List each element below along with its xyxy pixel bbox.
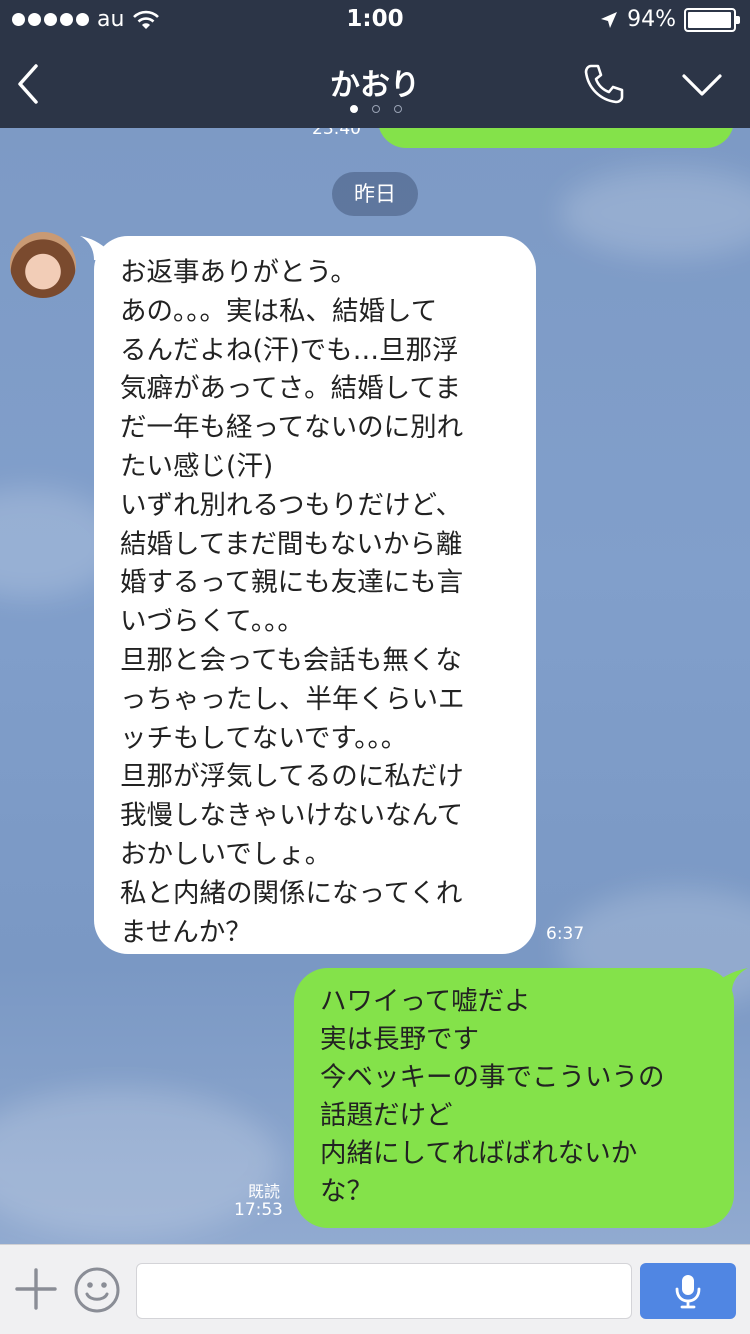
background-cloud — [560, 168, 750, 258]
avatar[interactable] — [10, 232, 76, 298]
outgoing-message-text: ハワイって嘘だよ 実は長野です 今ベッキーの事でこういうの 話題だけど 内緒にし… — [320, 986, 665, 1207]
read-receipt: 既読 — [248, 1182, 281, 1201]
phone-icon — [584, 64, 624, 104]
call-button[interactable] — [582, 62, 626, 106]
date-separator: 昨日 — [332, 172, 418, 216]
previous-outgoing-bubble[interactable] — [378, 128, 734, 148]
message-input[interactable] — [136, 1263, 632, 1319]
chevron-down-icon — [682, 74, 722, 96]
emoji-button[interactable] — [72, 1265, 122, 1315]
location-arrow-icon — [601, 11, 618, 28]
emoji-icon — [74, 1267, 120, 1313]
chat-title: かおり — [330, 68, 420, 103]
page-dot — [394, 105, 402, 113]
battery-icon — [684, 7, 740, 32]
previous-message-time: 23:40 — [312, 128, 361, 139]
status-bar: au 1:00 94% — [0, 0, 750, 40]
microphone-icon — [675, 1275, 701, 1309]
incoming-message-time: 6:37 — [546, 924, 585, 944]
plus-icon — [15, 1268, 57, 1310]
voice-message-button[interactable] — [640, 1263, 736, 1319]
top-bar: au 1:00 94% かおり — [0, 0, 750, 128]
incoming-message-text: お返事ありがとう。 あの。。。実は私、結婚して るんだよね(汗)でも…旦那浮 気… — [120, 257, 465, 948]
page-dot — [372, 105, 380, 113]
page-dot-active — [350, 105, 358, 113]
input-bar — [0, 1244, 750, 1334]
outgoing-message-time: 17:53 — [234, 1200, 283, 1220]
chat-area[interactable]: 23:40 昨日 お返事ありがとう。 あの。。。実は私、結婚して るんだよね(汗… — [0, 128, 750, 1244]
battery-percent: 94% — [627, 7, 676, 32]
menu-toggle-button[interactable] — [678, 68, 726, 104]
page-indicator — [350, 105, 402, 113]
add-attachment-button[interactable] — [14, 1267, 58, 1311]
